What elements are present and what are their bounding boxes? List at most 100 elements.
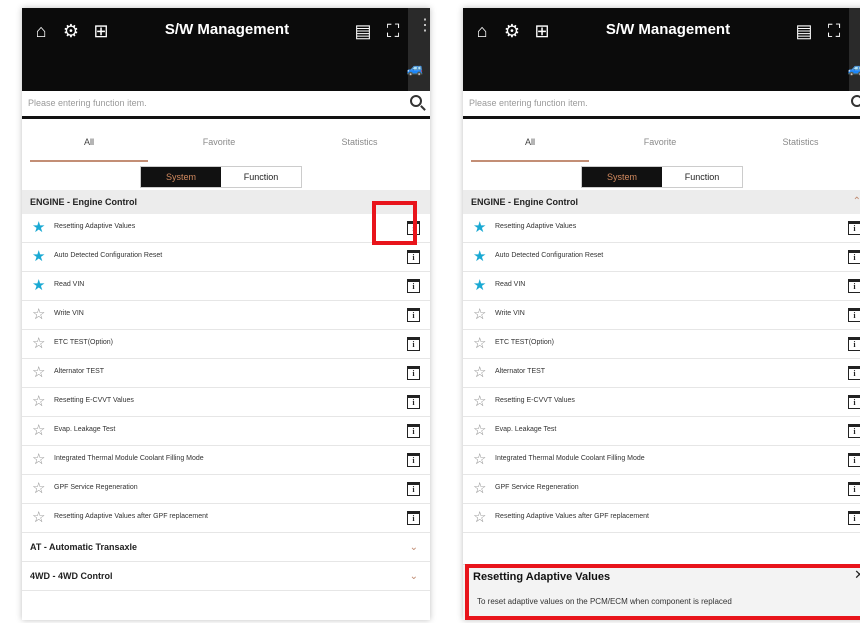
add-screen-icon[interactable]: ⊞ bbox=[90, 20, 112, 42]
dtc-icon[interactable]: ▤ bbox=[352, 20, 374, 42]
section-header-engine[interactable]: ENGINE - Engine Control bbox=[22, 190, 430, 214]
list-item[interactable]: ☆ Evap. Leakage Test i bbox=[22, 417, 430, 446]
system-toggle-button[interactable]: System bbox=[141, 167, 221, 187]
list-item[interactable]: ☆ ETC TEST(Option) i bbox=[463, 330, 860, 359]
search-icon[interactable] bbox=[410, 95, 422, 107]
info-icon[interactable]: i bbox=[407, 366, 420, 380]
list-item[interactable]: ★ Read VIN i bbox=[22, 272, 430, 301]
star-icon[interactable]: ☆ bbox=[32, 510, 45, 526]
info-icon[interactable]: i bbox=[848, 308, 860, 322]
list-item[interactable]: ★ Auto Detected Configuration Reset i bbox=[463, 243, 860, 272]
section-header-4wd[interactable]: 4WD - 4WD Control ⌄ bbox=[22, 562, 430, 591]
star-icon[interactable]: ☆ bbox=[32, 481, 45, 497]
fullscreen-icon[interactable]: ⛶ bbox=[823, 20, 845, 42]
star-icon[interactable]: ☆ bbox=[32, 394, 45, 410]
system-toggle-button[interactable]: System bbox=[582, 167, 662, 187]
list-item[interactable]: ☆ ETC TEST(Option) i bbox=[22, 330, 430, 359]
info-icon[interactable]: i bbox=[407, 308, 420, 322]
tab-favorite[interactable]: Favorite bbox=[160, 124, 278, 162]
list-item[interactable]: ☆ Resetting Adaptive Values after GPF rep… bbox=[22, 504, 430, 533]
list-item[interactable]: ☆ Write VIN i bbox=[463, 301, 860, 330]
star-icon[interactable]: ★ bbox=[473, 220, 486, 236]
star-icon[interactable]: ☆ bbox=[32, 336, 45, 352]
info-icon[interactable]: i bbox=[407, 482, 420, 496]
home-icon[interactable]: ⌂ bbox=[471, 20, 493, 42]
info-icon[interactable]: i bbox=[407, 424, 420, 438]
list-item[interactable]: ☆ Integrated Thermal Module Coolant Filli… bbox=[22, 446, 430, 475]
star-icon[interactable]: ☆ bbox=[473, 423, 486, 439]
tab-statistics[interactable]: Statistics bbox=[292, 124, 427, 162]
list-item[interactable]: ★ Auto Detected Configuration Reset i bbox=[22, 243, 430, 272]
more-menu-button[interactable]: ⋮ bbox=[408, 8, 430, 91]
info-icon[interactable]: i bbox=[407, 511, 420, 525]
settings-icon[interactable]: ⚙ bbox=[60, 20, 82, 42]
info-icon[interactable]: i bbox=[848, 511, 860, 525]
function-toggle-button[interactable]: Function bbox=[221, 167, 301, 187]
item-label: Write VIN bbox=[54, 310, 84, 317]
item-label: Auto Detected Configuration Reset bbox=[495, 252, 604, 259]
tab-statistics[interactable]: Statistics bbox=[733, 124, 860, 162]
info-icon[interactable]: i bbox=[848, 453, 860, 467]
list-item[interactable]: ☆ Alternator TEST i bbox=[22, 359, 430, 388]
info-icon[interactable]: i bbox=[848, 221, 860, 235]
star-icon[interactable]: ★ bbox=[32, 278, 45, 294]
star-icon[interactable]: ★ bbox=[473, 249, 486, 265]
info-icon[interactable]: i bbox=[848, 424, 860, 438]
star-icon[interactable]: ☆ bbox=[32, 452, 45, 468]
list-item[interactable]: ★ Resetting Adaptive Values i bbox=[22, 214, 430, 243]
function-toggle-button[interactable]: Function bbox=[662, 167, 742, 187]
info-icon[interactable]: i bbox=[407, 250, 420, 264]
info-icon[interactable]: i bbox=[848, 366, 860, 380]
star-icon[interactable]: ★ bbox=[32, 249, 45, 265]
info-icon[interactable]: i bbox=[407, 395, 420, 409]
star-icon[interactable]: ☆ bbox=[473, 510, 486, 526]
list-item[interactable]: ☆ Evap. Leakage Test i bbox=[463, 417, 860, 446]
home-icon[interactable]: ⌂ bbox=[30, 20, 52, 42]
star-icon[interactable]: ☆ bbox=[473, 481, 486, 497]
info-icon[interactable]: i bbox=[407, 453, 420, 467]
info-icon[interactable]: i bbox=[407, 279, 420, 293]
info-icon[interactable]: i bbox=[848, 395, 860, 409]
search-icon[interactable] bbox=[851, 95, 860, 107]
list-item[interactable]: ☆ GPF Service Regeneration i bbox=[463, 475, 860, 504]
tab-all[interactable]: All bbox=[471, 124, 589, 162]
settings-icon[interactable]: ⚙ bbox=[501, 20, 523, 42]
info-icon[interactable]: i bbox=[848, 250, 860, 264]
vehicle-icon[interactable]: 🚙 bbox=[848, 60, 860, 77]
star-icon[interactable]: ★ bbox=[32, 220, 45, 236]
star-icon[interactable]: ☆ bbox=[473, 394, 486, 410]
info-icon[interactable]: i bbox=[848, 482, 860, 496]
list-item[interactable]: ☆ Alternator TEST i bbox=[463, 359, 860, 388]
star-icon[interactable]: ☆ bbox=[473, 365, 486, 381]
tab-all[interactable]: All bbox=[30, 124, 148, 162]
search-input[interactable] bbox=[28, 91, 388, 115]
tab-favorite[interactable]: Favorite bbox=[601, 124, 719, 162]
star-icon[interactable]: ☆ bbox=[473, 336, 486, 352]
list-item[interactable]: ☆ GPF Service Regeneration i bbox=[22, 475, 430, 504]
list-item[interactable]: ☆ Resetting E-CVVT Values i bbox=[463, 388, 860, 417]
dtc-icon[interactable]: ▤ bbox=[793, 20, 815, 42]
section-header-engine[interactable]: ENGINE - Engine Control ⌃ bbox=[463, 190, 860, 214]
info-icon[interactable]: i bbox=[848, 337, 860, 351]
info-icon[interactable]: i bbox=[848, 279, 860, 293]
section-header-at[interactable]: AT - Automatic Transaxle ⌄ bbox=[22, 533, 430, 562]
star-icon[interactable]: ★ bbox=[473, 278, 486, 294]
star-icon[interactable]: ☆ bbox=[473, 452, 486, 468]
list-item[interactable]: ★ Read VIN i bbox=[463, 272, 860, 301]
more-menu-button[interactable]: ⋮ bbox=[849, 8, 860, 91]
star-icon[interactable]: ☆ bbox=[32, 365, 45, 381]
chevron-down-icon: ⌄ bbox=[409, 571, 418, 582]
vehicle-icon[interactable]: 🚙 bbox=[407, 60, 424, 77]
star-icon[interactable]: ☆ bbox=[473, 307, 486, 323]
star-icon[interactable]: ☆ bbox=[32, 423, 45, 439]
list-item[interactable]: ☆ Resetting E-CVVT Values i bbox=[22, 388, 430, 417]
list-item[interactable]: ☆ Integrated Thermal Module Coolant Filli… bbox=[463, 446, 860, 475]
list-item[interactable]: ★ Resetting Adaptive Values i bbox=[463, 214, 860, 243]
info-icon[interactable]: i bbox=[407, 337, 420, 351]
fullscreen-icon[interactable]: ⛶ bbox=[382, 20, 404, 42]
add-screen-icon[interactable]: ⊞ bbox=[531, 20, 553, 42]
list-item[interactable]: ☆ Resetting Adaptive Values after GPF rep… bbox=[463, 504, 860, 533]
list-item[interactable]: ☆ Write VIN i bbox=[22, 301, 430, 330]
search-input[interactable] bbox=[469, 91, 829, 115]
star-icon[interactable]: ☆ bbox=[32, 307, 45, 323]
